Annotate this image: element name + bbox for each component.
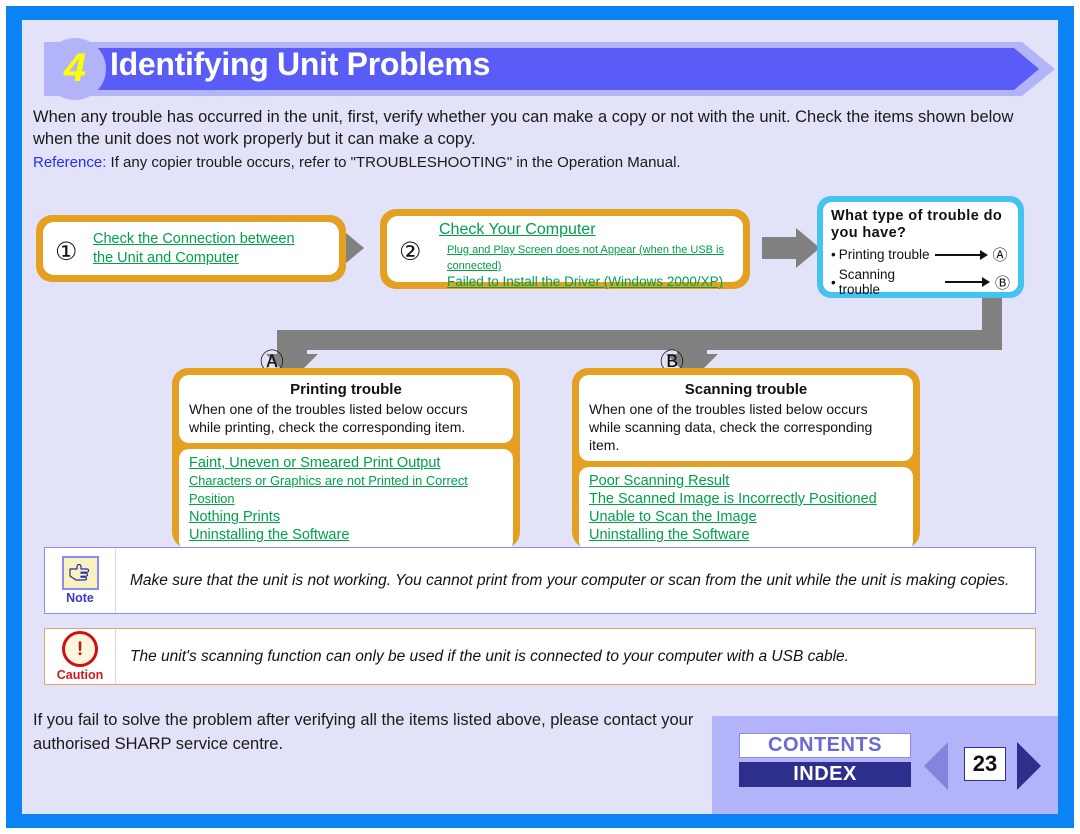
bullet-icon: • (831, 274, 836, 290)
step1-link-line2[interactable]: the Unit and Computer (93, 249, 295, 268)
bullet-icon: • (831, 247, 836, 262)
step2-number: ② (399, 237, 422, 266)
step1-link-line1[interactable]: Check the Connection between (93, 230, 295, 249)
next-page-arrow-icon[interactable] (1017, 742, 1041, 790)
intro-reference-line: Reference: If any copier trouble occurs,… (33, 152, 1033, 174)
intro-reference-text: If any copier trouble occurs, refer to "… (110, 154, 681, 171)
arrow-to-a-icon (934, 249, 988, 260)
caution-label: Caution (56, 668, 104, 682)
scanning-trouble-link-4[interactable]: Uninstalling the Software (589, 526, 903, 544)
note-text: Make sure that the unit is not working. … (130, 572, 1010, 589)
scanning-trouble-description: When one of the troubles listed below oc… (589, 401, 873, 453)
exclamation-circle-icon: ! (62, 631, 98, 667)
note-badge: Note (45, 548, 116, 613)
trouble-type-title: What type of trouble do you have? (831, 208, 1003, 241)
page-content: 4 Identifying Unit Problems When any tro… (22, 20, 1058, 814)
index-button[interactable]: INDEX (739, 762, 911, 787)
trouble-type-option-printing: • Printing trouble Ⓐ (831, 244, 1010, 265)
section-header-banner: 4 Identifying Unit Problems (22, 38, 1058, 100)
trouble-type-option-scanning-label: Scanning trouble (838, 267, 896, 297)
trouble-type-option-scanning-target: Ⓑ (994, 273, 1010, 292)
intro-reference-label: Reference: (33, 154, 107, 171)
trouble-type-option-scanning: • Scanning trouble Ⓑ (831, 267, 1010, 297)
pointing-hand-glyph (69, 564, 90, 581)
printing-trouble-link-2[interactable]: Characters or Graphics are not Printed i… (189, 472, 503, 508)
trouble-type-option-printing-target: Ⓐ (992, 246, 1008, 264)
printing-trouble-title: Printing trouble (290, 381, 402, 398)
printing-trouble-link-3[interactable]: Nothing Prints (189, 508, 503, 526)
printing-trouble-links-panel: Faint, Uneven or Smeared Print Output Ch… (179, 449, 513, 551)
step2-sub-link-2[interactable]: Failed to Install the Driver (Windows 20… (447, 274, 743, 290)
step1-box[interactable]: ① Check the Connection between the Unit … (36, 215, 346, 282)
footer-note: If you fail to solve the problem after v… (33, 711, 694, 753)
trouble-type-option-printing-label: Printing trouble (838, 247, 930, 262)
page-number: 23 (964, 747, 1006, 781)
scanning-trouble-link-1[interactable]: Poor Scanning Result (589, 472, 903, 490)
printing-trouble-description: When one of the troubles listed below oc… (189, 401, 468, 435)
prev-page-arrow-icon[interactable] (924, 742, 948, 790)
page-title: Identifying Unit Problems (110, 46, 491, 82)
trouble-type-inner: What type of trouble do you have? • Prin… (823, 202, 1018, 297)
step1-links: Check the Connection between the Unit an… (93, 230, 295, 268)
pointing-hand-icon (61, 556, 99, 590)
scanning-trouble-box: Scanning trouble When one of the trouble… (572, 368, 920, 551)
printing-trouble-header-panel: Printing trouble When one of the trouble… (179, 375, 513, 443)
scanning-trouble-title: Scanning trouble (684, 381, 808, 398)
caution-badge: ! Caution (45, 629, 116, 684)
banner-inner-arrow-icon (1014, 48, 1039, 90)
step1-number: ① (55, 237, 78, 266)
step2-title-link[interactable]: Check Your Computer (439, 221, 596, 239)
note-label: Note (66, 591, 94, 605)
scanning-trouble-link-3[interactable]: Unable to Scan the Image (589, 508, 903, 526)
caution-box: ! Caution The unit's scanning function c… (44, 628, 1036, 685)
step2-sub-links: Plug and Play Screen does not Appear (wh… (447, 242, 743, 290)
note-box: Note Make sure that the unit is not work… (44, 547, 1036, 614)
arrow-to-b-icon (944, 277, 990, 287)
arrow-step2-to-trouble-icon (762, 228, 820, 268)
banner-step-number: 4 (63, 46, 87, 90)
scanning-trouble-links-panel: Poor Scanning Result The Scanned Image i… (579, 467, 913, 551)
scanning-trouble-header-panel: Scanning trouble When one of the trouble… (579, 375, 913, 461)
printing-trouble-link-4[interactable]: Uninstalling the Software (189, 526, 503, 544)
step2-box[interactable]: ② Check Your Computer Plug and Play Scre… (380, 209, 750, 289)
printing-trouble-link-1[interactable]: Faint, Uneven or Smeared Print Output (189, 454, 503, 472)
step2-sub-link-1[interactable]: Plug and Play Screen does not Appear (wh… (447, 242, 743, 274)
intro-block: When any trouble has occurred in the uni… (33, 106, 1033, 174)
scanning-trouble-link-2[interactable]: The Scanned Image is Incorrectly Positio… (589, 490, 903, 508)
step2-inner: ② Check Your Computer Plug and Play Scre… (387, 216, 743, 289)
trouble-type-box: What type of trouble do you have? • Prin… (817, 196, 1024, 298)
printing-trouble-box: Printing trouble When one of the trouble… (172, 368, 520, 551)
step1-inner: ① Check the Connection between the Unit … (43, 222, 339, 275)
contents-button[interactable]: CONTENTS (739, 733, 911, 758)
caution-text: The unit's scanning function can only be… (130, 648, 849, 665)
intro-paragraph: When any trouble has occurred in the uni… (33, 108, 1014, 148)
page-root: 4 Identifying Unit Problems When any tro… (0, 0, 1080, 834)
